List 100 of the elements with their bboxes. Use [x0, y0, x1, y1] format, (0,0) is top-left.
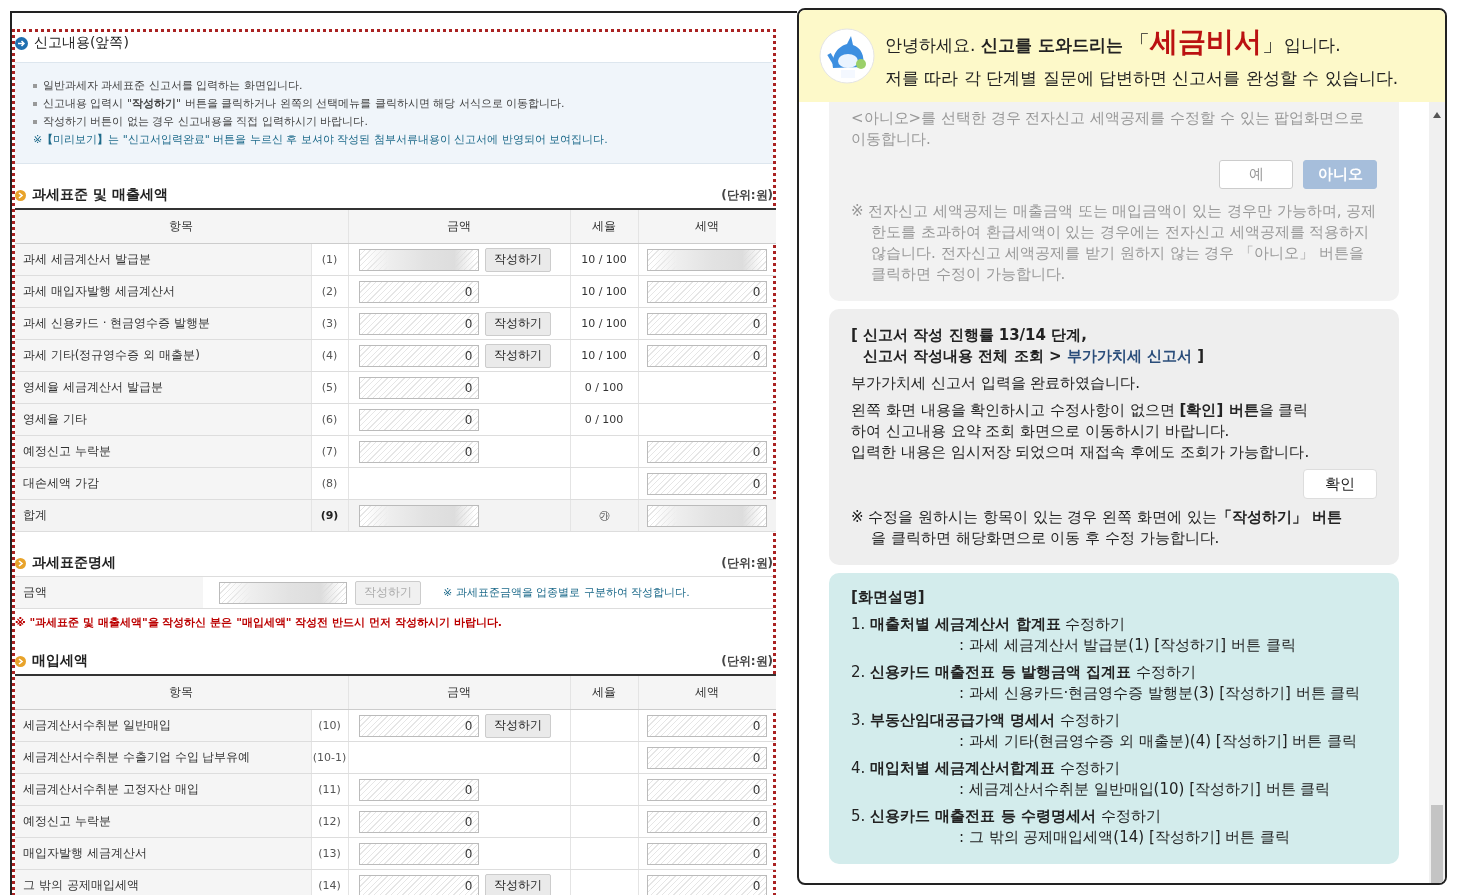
write-button[interactable]: 작성하기 [484, 247, 551, 272]
row-number: (3) [321, 317, 338, 330]
mascot-icon [819, 28, 875, 84]
info-text: 일반과세자 과세표준 신고서를 입력하는 화면입니다. [43, 78, 303, 94]
amount-field[interactable]: 0 [358, 842, 479, 865]
row-number: (6) [321, 413, 338, 426]
write-button[interactable]: 작성하기 [484, 343, 551, 368]
bullet-icon [33, 102, 37, 106]
amount-field[interactable]: 0 [358, 440, 479, 463]
amount-field[interactable]: 0 [646, 842, 767, 865]
row-label: 매입자발행 세금계산서 [23, 846, 147, 860]
question-text: <아니오>를 선택한 경우 전자신고 세액공제를 수정할 수 있는 팝업화면으로 이동합니다. [851, 108, 1366, 150]
amount-field[interactable]: 0 [646, 874, 767, 895]
unit-label: (단위:원) [721, 653, 773, 670]
amount-field[interactable]: 0 [646, 280, 767, 303]
amount-field[interactable]: 0 [646, 440, 767, 463]
help-item-title: 5. 신용카드 매출전표 등 수령명세서 수정하기 [851, 806, 1162, 827]
column-header: 금액 [348, 675, 570, 710]
help-item-title: 2. 신용카드 매출전표 등 발행금액 집계표 수정하기 [851, 662, 1197, 683]
amount-field[interactable]: 0 [646, 714, 767, 737]
redacted-field[interactable] [358, 248, 479, 271]
amount-field[interactable]: 0 [358, 280, 479, 303]
column-header: 항목 [15, 675, 348, 710]
info-note: ※【미리보기】는 "신고서입력완료" 버튼을 누르신 후 보셔야 작성된 첨부서류내용이 신고서에 반영되어 보여집니다. [33, 132, 609, 148]
note-text: ※ 전자신고 세액공제는 매출금액 또는 매입금액이 있는 경우만 가능하며, 공제한도를 초과하여 환급세액이 있는 경우에는 전자신고 세액공제를 적용하지 않습니다. 전자신고 세액공제를 받기 원하지 않는 경우 「아니오」 버튼을 클릭하면 수정이 가능합니다. [851, 201, 1377, 285]
warning-text: ※ "과세표준 및 매출세액"을 작성하신 분은 "매입세액" 작성전 반드시 먼저 작성하시기 바랍니다. [15, 615, 503, 630]
row-label: 과세 신용카드 · 현금영수증 발행분 [23, 316, 211, 330]
amount-field[interactable]: 0 [358, 778, 479, 801]
amount-field[interactable]: 0 [646, 746, 767, 769]
greeting-text: 안녕하세요. 신고를 도와드리는 「세금비서」입니다. [885, 23, 1342, 60]
write-button[interactable]: 작성하기 [484, 873, 551, 895]
column-header: 세액 [638, 209, 776, 244]
tax-rate: 10 / 100 [581, 253, 627, 266]
row-label: 합계 [23, 508, 47, 522]
amount-field[interactable]: 0 [646, 344, 767, 367]
amount-field[interactable]: 0 [646, 472, 767, 495]
row-label: 과세 세금계산서 발급분 [23, 252, 151, 266]
redacted-field[interactable] [646, 248, 767, 271]
scrollbar[interactable] [1429, 102, 1445, 883]
chevron-icon [15, 189, 26, 201]
greeting-subtitle: 저를 따라 각 단계별 질문에 답변하면 신고서를 완성할 수 있습니다. [885, 66, 1399, 90]
chevron-icon [15, 655, 26, 667]
help-item-detail: : 과세 세금계산서 발급분(1) [작성하기] 버튼 클릭 [958, 635, 1297, 656]
help-item-detail: : 과세 신용카드·현금영수증 발행분(3) [작성하기] 버튼 클릭 [958, 683, 1362, 704]
confirm-button[interactable]: 확인 [1303, 469, 1377, 499]
tax-rate: ㉮ [598, 509, 610, 522]
write-button[interactable]: 작성하기 [484, 713, 551, 738]
unit-label: (단위:원) [721, 187, 773, 204]
scroll-up-icon[interactable] [1433, 112, 1441, 118]
amount-field[interactable]: 0 [646, 810, 767, 833]
help-heading: [화면설명] [851, 587, 926, 608]
column-header: 세율 [570, 209, 638, 244]
section-title: 매입세액 [32, 652, 88, 670]
row-number: (5) [321, 381, 338, 394]
column-header: 항목 [15, 209, 348, 244]
row-label: 세금계산서수취분 고정자산 매입 [23, 782, 199, 796]
row-number: (11) [318, 783, 341, 796]
info-text: 신고내용 입력시 "작성하기" 버튼을 클릭하거나 왼쪽의 선택메뉴를 클릭하시면 해당 서식으로 이동합니다. [43, 96, 565, 112]
page-title: 신고내용(앞쪽) [34, 34, 129, 52]
help-item-detail: : 그 밖의 공제매입세액(14) [작성하기] 버튼 클릭 [958, 827, 1292, 848]
column-header: 세율 [570, 675, 638, 710]
row-number: (7) [321, 445, 338, 458]
note-text: ※ 수정을 원하시는 항목이 있는 경우 왼쪽 화면에 있는「작성하기」 버튼 을 클릭하면 해당화면으로 이동 후 수정 가능합니다. [851, 507, 1343, 549]
amount-field[interactable]: 0 [358, 312, 479, 335]
row-label: 세금계산서수취분 수출기업 수입 납부유예 [23, 750, 251, 764]
tax-rate: 0 / 100 [584, 381, 624, 394]
row-label: 세금계산서수취분 일반매입 [23, 718, 171, 732]
row-label: 영세율 세금계산서 발급분 [23, 380, 163, 394]
amount-field[interactable]: 0 [358, 714, 479, 737]
redacted-field[interactable] [358, 504, 479, 527]
row-number: (10-1) [312, 751, 347, 764]
row-label: 금액 [23, 584, 47, 601]
row-number: (12) [318, 815, 341, 828]
tax-rate: 10 / 100 [581, 285, 627, 298]
scroll-thumb[interactable] [1431, 805, 1443, 883]
row-label: 예정신고 누락분 [23, 814, 111, 828]
help-item-detail: : 과세 기타(현금영수증 외 매출분)(4) [작성하기] 버튼 클릭 [958, 731, 1359, 752]
amount-field[interactable]: 0 [646, 312, 767, 335]
row-number: (4) [321, 349, 338, 362]
unit-label: (단위:원) [721, 555, 773, 572]
redacted-field[interactable] [219, 581, 347, 604]
tax-rate: 0 / 100 [584, 413, 624, 426]
amount-field[interactable]: 0 [358, 408, 479, 431]
amount-field[interactable]: 0 [358, 874, 479, 895]
row-label: 과세 매입자발행 세금계산서 [23, 284, 175, 298]
amount-field[interactable]: 0 [646, 778, 767, 801]
section-title: 과세표준 및 매출세액 [32, 186, 168, 204]
amount-field[interactable]: 0 [358, 810, 479, 833]
amount-field[interactable]: 0 [358, 344, 479, 367]
tax-rate: 10 / 100 [581, 317, 627, 330]
write-button[interactable]: 작성하기 [484, 311, 551, 336]
redacted-field[interactable] [646, 504, 767, 527]
row-number: (2) [321, 285, 338, 298]
row-number: (13) [318, 847, 341, 860]
amount-field[interactable]: 0 [358, 376, 479, 399]
row-number: (9) [320, 509, 339, 522]
section-title: 과세표준명세 [32, 554, 116, 572]
chevron-icon [15, 557, 26, 569]
tax-rate: 10 / 100 [581, 349, 627, 362]
row-number: (14) [318, 879, 341, 892]
